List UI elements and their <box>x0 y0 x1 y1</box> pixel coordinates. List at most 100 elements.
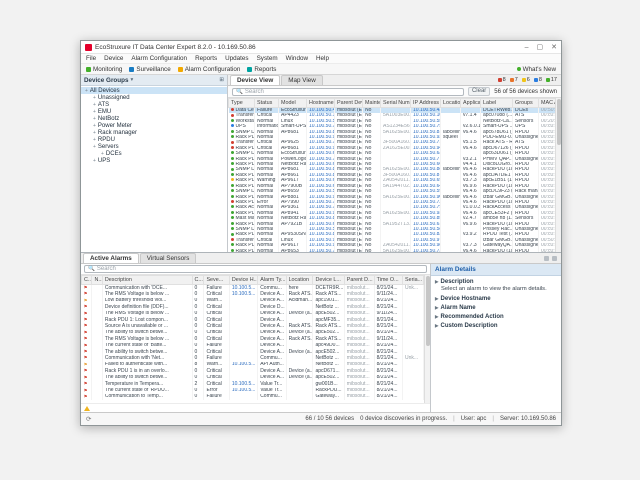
alarm-badge-0[interactable]: 8 <box>498 77 506 83</box>
status-dot-icon <box>231 184 234 187</box>
column-header-label[interactable]: Label <box>481 99 513 108</box>
column-header-serial-number[interactable]: Serial Number <box>381 99 411 108</box>
sidebar-item-emu[interactable]: +EMU <box>81 108 227 115</box>
alarm-column-header-seve-4[interactable]: Seve... <box>204 276 229 285</box>
tab-map-view[interactable]: Map View <box>281 75 323 85</box>
expand-icon[interactable]: + <box>93 137 96 143</box>
column-header-status[interactable]: Status <box>255 99 279 108</box>
expand-icon[interactable]: + <box>93 144 96 150</box>
expand-icon[interactable]: + <box>85 88 88 94</box>
perspective-surveillance[interactable]: Surveillance <box>129 66 170 73</box>
sidebar-item-ats[interactable]: +ATS <box>81 101 227 108</box>
scrollbar-thumb[interactable] <box>557 99 561 145</box>
window-title: EcoStruxure IT Data Center Expert 8.2.0 … <box>95 44 256 51</box>
alarm-column-header-n-1[interactable]: N... <box>92 276 102 285</box>
alarm-column-header-c-3[interactable]: C... <box>192 276 204 285</box>
menu-device[interactable]: Device <box>104 55 123 62</box>
menu-updates[interactable]: Updates <box>225 55 248 62</box>
details-section-custom-description[interactable]: ▶Custom Description <box>431 320 561 329</box>
sidebar-item-ups[interactable]: +UPS <box>81 157 227 164</box>
column-header-ip-address[interactable]: IP Address <box>411 99 441 108</box>
expand-icon[interactable]: + <box>93 109 96 115</box>
expand-icon[interactable]: + <box>93 130 96 136</box>
scrollbar-thumb[interactable] <box>426 276 430 346</box>
expand-icon[interactable]: + <box>93 158 96 164</box>
expand-icon[interactable]: + <box>93 116 96 122</box>
tab-device-view[interactable]: Device View <box>230 75 280 85</box>
perspective-reports[interactable]: Reports <box>247 66 276 73</box>
menu-file[interactable]: File <box>86 55 96 62</box>
sidebar-item-power-meter[interactable]: +Power Meter <box>81 122 227 129</box>
expand-icon[interactable]: + <box>93 123 96 129</box>
alarm-badge-3[interactable]: 8 <box>534 77 542 83</box>
menu-alarm-configuration[interactable]: Alarm Configuration <box>131 55 187 62</box>
alarm-column-header-description-2[interactable]: Description <box>102 276 192 285</box>
menu-reports[interactable]: Reports <box>195 55 217 62</box>
close-button[interactable]: ✕ <box>551 44 557 51</box>
alarm-column-header-device-l-8[interactable]: Device L... <box>313 276 344 285</box>
alarm-flag-icon: ⚑ <box>84 298 88 303</box>
menu-window[interactable]: Window <box>286 55 308 62</box>
column-header-parent-device[interactable]: Parent Device <box>335 99 363 108</box>
whats-new-link[interactable]: What's New <box>517 66 556 73</box>
status-dot-icon <box>231 189 234 192</box>
device-groups-header[interactable]: Device Groups ▾ ⊞ <box>81 75 227 86</box>
pin-pane-icon[interactable]: ⊞ <box>219 77 224 83</box>
perspective-alarm-configuration[interactable]: Alarm Configuration <box>178 66 241 73</box>
minimize-button[interactable]: – <box>525 44 529 51</box>
details-section-device-hostname[interactable]: ▶Device Hostname <box>431 293 561 302</box>
alarm-row[interactable]: ⚑Communication with 'DCE...0Failure10.10… <box>82 285 424 292</box>
sidebar-item-servers[interactable]: +Servers <box>81 143 227 150</box>
expand-icon[interactable]: + <box>93 102 96 108</box>
sidebar-item-dces[interactable]: +DCEs <box>81 150 227 157</box>
alarm-column-header-time-o-10[interactable]: Time O... <box>374 276 402 285</box>
perspective-label: Surveillance <box>136 66 170 73</box>
device-search-input[interactable]: 🔍 Search <box>232 88 464 96</box>
menu-help[interactable]: Help <box>316 55 329 62</box>
details-section-recommended-action[interactable]: ▶Recommended Action <box>431 311 561 320</box>
alarm-configuration-icon <box>178 67 183 72</box>
alarm-column-header-device-h-5[interactable]: Device H... <box>229 276 257 285</box>
alarm-badge-4[interactable]: 17 <box>546 77 557 83</box>
alarm-flag-icon: ⚑ <box>84 381 88 386</box>
clear-filter-button[interactable]: Clear <box>468 87 490 96</box>
alarm-column-header-seria-11[interactable]: Seria... <box>403 276 424 285</box>
column-header-maintenan[interactable]: Maintenan... <box>363 99 381 108</box>
cell-alarm-type: Commu... <box>258 285 286 292</box>
expand-icon[interactable]: + <box>101 151 104 157</box>
column-header-model[interactable]: Model <box>279 99 307 108</box>
device-table-scrollbar[interactable] <box>555 98 561 252</box>
alarm-column-header-location-7[interactable]: Location <box>286 276 313 285</box>
menu-system[interactable]: System <box>257 55 278 62</box>
column-header-mac-address[interactable]: MAC Address <box>539 99 556 108</box>
column-header-groups[interactable]: Groups <box>513 99 539 108</box>
sidebar-item-all-devices[interactable]: +All Devices <box>81 87 227 94</box>
expand-icon[interactable]: + <box>93 95 96 101</box>
alarm-column-header-parent-d-9[interactable]: Parent D... <box>344 276 374 285</box>
panel-export-icon[interactable] <box>552 256 557 261</box>
alarm-badge-2[interactable]: 6 <box>522 77 530 83</box>
chevron-down-icon[interactable]: ▾ <box>130 77 133 83</box>
column-header-hostname[interactable]: Hostname <box>307 99 335 108</box>
alarm-badge-1[interactable]: 7 <box>510 77 518 83</box>
sidebar-item-rack-manager[interactable]: +Rack manager <box>81 129 227 136</box>
sidebar-item-rpdu[interactable]: +RPDU <box>81 136 227 143</box>
column-header-type[interactable]: Type <box>229 99 255 108</box>
column-header-location[interactable]: Location <box>441 99 461 108</box>
perspective-monitoring[interactable]: Monitoring <box>86 66 122 73</box>
details-section-label: Custom Description <box>441 323 498 329</box>
tab-virtual-sensors[interactable]: Virtual Sensors <box>140 253 197 263</box>
column-header-application[interactable]: Application ... <box>461 99 481 108</box>
alarm-column-header-c-0[interactable]: C... <box>82 276 92 285</box>
details-section-alarm-name[interactable]: ▶Alarm Name <box>431 302 561 311</box>
tab-active-alarms[interactable]: Active Alarms <box>83 253 139 263</box>
sidebar-item-netbotz[interactable]: +NetBotz <box>81 115 227 122</box>
alarm-table-scrollbar[interactable] <box>424 275 430 403</box>
sidebar-item-unassigned[interactable]: +Unassigned <box>81 94 227 101</box>
panel-filter-icon[interactable] <box>544 256 549 261</box>
alarm-search-input[interactable]: 🔍 Search <box>84 265 427 273</box>
details-section-description[interactable]: ▶Description <box>431 276 561 285</box>
alarm-column-header-alarm-ty-6[interactable]: Alarm Ty... <box>258 276 286 285</box>
alarm-row[interactable]: ⚑Communication to Temp...0FailureCommu..… <box>82 394 424 400</box>
maximize-button[interactable]: ▢ <box>537 44 544 51</box>
